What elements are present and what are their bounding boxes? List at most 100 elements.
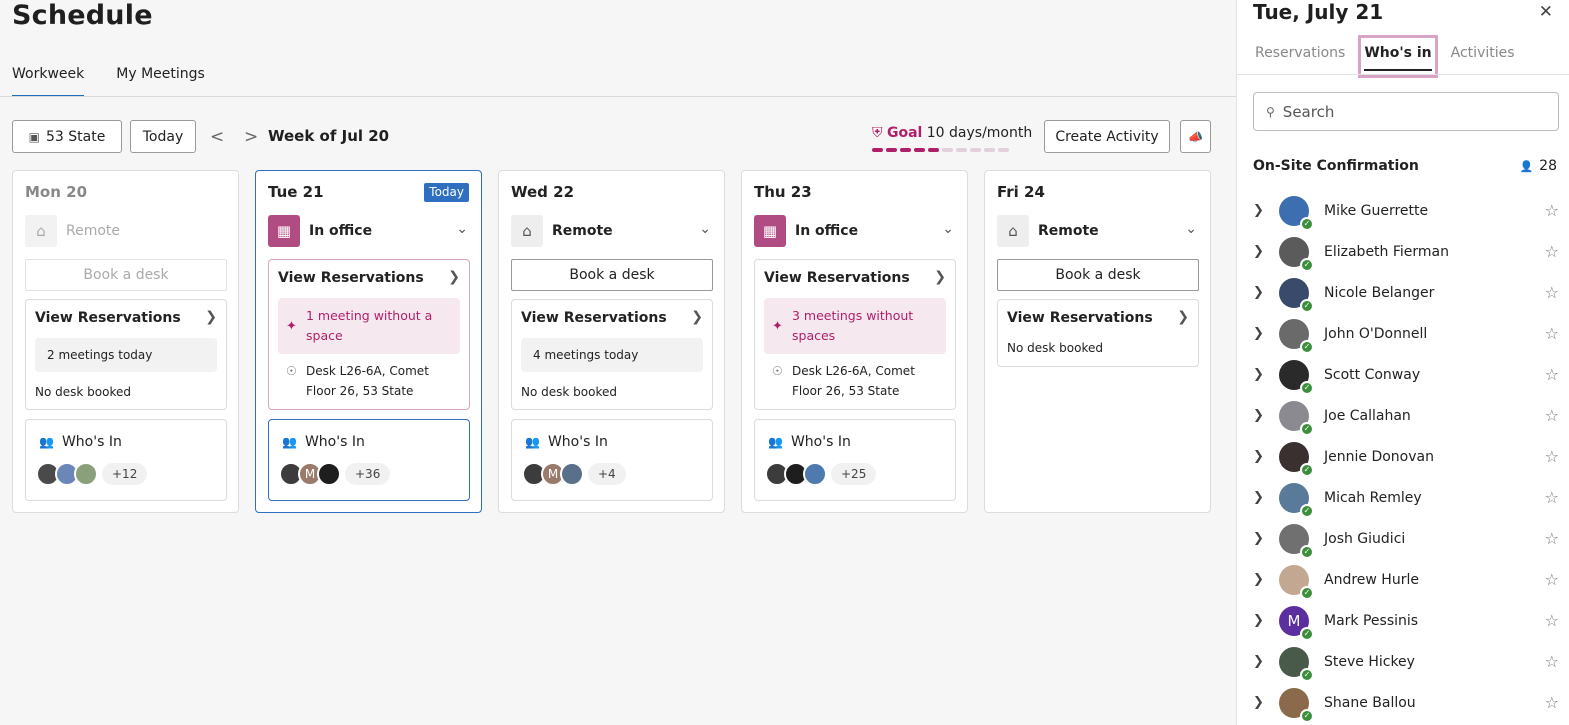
star-icon[interactable]: ☆	[1545, 406, 1559, 425]
chevron-right-icon[interactable]: ❯	[1253, 408, 1275, 423]
search-input[interactable]	[1282, 102, 1543, 121]
day-title: Mon 20	[25, 183, 88, 201]
day-column-mon: Mon 20 ⌂ Remote Book a desk View Reserva…	[12, 170, 239, 513]
avatar: ✓	[1279, 523, 1314, 559]
book-desk-button[interactable]: Book a desk	[511, 259, 713, 291]
star-icon[interactable]: ☆	[1545, 283, 1559, 302]
star-icon[interactable]: ☆	[1545, 324, 1559, 343]
person-row[interactable]: ❯ ✓ Mike Guerrette ☆	[1253, 190, 1559, 231]
avatar-initial: M	[304, 467, 316, 481]
goal-progress-dot	[928, 148, 939, 152]
person-row[interactable]: ❯ ✓ Micah Remley ☆	[1253, 477, 1559, 518]
tab-activities[interactable]: Activities	[1449, 38, 1517, 75]
tab-workweek[interactable]: Workweek	[12, 60, 85, 97]
star-icon[interactable]: ☆	[1545, 365, 1559, 384]
chevron-right-icon[interactable]: ❯	[1253, 613, 1275, 628]
announcement-button[interactable]: 📣	[1180, 120, 1211, 153]
tab-my-meetings[interactable]: My Meetings	[116, 60, 205, 97]
avatar: ✓	[1279, 277, 1314, 313]
status-selector[interactable]: ▦ In office ⌄	[268, 214, 468, 247]
star-icon[interactable]: ☆	[1545, 693, 1559, 712]
whos-in-label: Who's In	[304, 434, 365, 450]
whos-in-card[interactable]: 👥 Who's In +12	[25, 419, 227, 501]
status-selector[interactable]: ⌂ Remote ⌄	[511, 214, 711, 247]
chevron-right-icon[interactable]: ❯	[1253, 203, 1275, 218]
day-column-tue: Tue 21 Today ▦ In office ⌄ View Reservat…	[255, 170, 482, 513]
status-label: In office	[309, 222, 373, 239]
goal-progress-dot	[998, 148, 1009, 152]
star-icon[interactable]: ☆	[1545, 529, 1559, 548]
avatar: ✓	[1279, 318, 1314, 354]
star-icon[interactable]: ☆	[1545, 611, 1559, 630]
chevron-right-icon[interactable]: ❯	[1253, 572, 1275, 587]
meeting-warning[interactable]: ✦ 3 meetings without spaces	[764, 298, 946, 354]
goal-progress-dot	[984, 148, 995, 152]
reservations-card[interactable]: View Reservations ❯ ✦ 1 meeting without …	[268, 259, 470, 410]
today-button[interactable]: Today	[130, 120, 196, 153]
status-selector[interactable]: ⌂ Remote ⌄	[997, 214, 1197, 247]
person-row[interactable]: ❯ ✓ Elizabeth Fierman ☆	[1253, 231, 1559, 272]
check-icon: ✓	[1300, 216, 1314, 231]
star-icon[interactable]: ☆	[1545, 242, 1559, 261]
chevron-down-icon: ⌄	[699, 221, 711, 237]
check-icon: ✓	[1300, 585, 1314, 600]
whos-in-card[interactable]: 👥 Who's In +25	[754, 419, 956, 501]
reservations-card[interactable]: View Reservations ❯ No desk booked	[997, 299, 1199, 367]
avatar	[74, 462, 98, 486]
star-icon[interactable]: ☆	[1545, 488, 1559, 507]
reservations-card[interactable]: View Reservations ❯ 2 meetings today No …	[25, 299, 227, 410]
toolbar: ▣ 53 State Today < > Week of Jul 20 ⛨ Go…	[12, 120, 1212, 154]
person-row[interactable]: ❯ ✓ Shane Ballou ☆	[1253, 682, 1559, 723]
whos-in-card[interactable]: 👥 Who's In M +36	[268, 419, 470, 501]
home-icon: ⌂	[511, 214, 543, 247]
meeting-warning[interactable]: ✦ 1 meeting without a space	[278, 298, 460, 354]
avatar-group: +12	[36, 462, 148, 486]
chevron-right-icon[interactable]: ❯	[1253, 531, 1275, 546]
book-desk-button[interactable]: Book a desk	[997, 259, 1199, 291]
prev-week-icon[interactable]: <	[210, 127, 224, 147]
star-icon[interactable]: ☆	[1545, 652, 1559, 671]
chevron-right-icon[interactable]: ❯	[1253, 326, 1275, 341]
building-icon: ▣	[28, 129, 40, 144]
status-selector: ⌂ Remote	[25, 214, 225, 247]
view-reservations-label: View Reservations	[1007, 310, 1153, 326]
reservations-card[interactable]: View Reservations ❯ 4 meetings today No …	[511, 299, 713, 410]
tab-whos-in[interactable]: Who's in	[1358, 35, 1438, 78]
person-row[interactable]: ❯ M ✓ Mark Pessinis ☆	[1253, 600, 1559, 641]
day-column-fri: Fri 24 ⌂ Remote ⌄ Book a desk View Reser…	[984, 170, 1211, 513]
chevron-right-icon[interactable]: ❯	[1253, 449, 1275, 464]
star-icon[interactable]: ☆	[1545, 570, 1559, 589]
location-button[interactable]: ▣ 53 State	[12, 120, 122, 153]
whos-in-card[interactable]: 👥 Who's In M +4	[511, 419, 713, 501]
close-icon[interactable]: ✕	[1539, 2, 1553, 22]
person-name: Scott Conway	[1324, 366, 1421, 383]
create-activity-button[interactable]: Create Activity	[1044, 120, 1170, 153]
person-row[interactable]: ❯ ✓ John O'Donnell ☆	[1253, 313, 1559, 354]
chevron-right-icon[interactable]: ❯	[1253, 695, 1275, 710]
person-row[interactable]: ❯ ✓ Jennie Donovan ☆	[1253, 436, 1559, 477]
person-row[interactable]: ❯ ✓ Josh Giudici ☆	[1253, 518, 1559, 559]
person-row[interactable]: ❯ ✓ Nicole Belanger ☆	[1253, 272, 1559, 313]
desk-name: Desk L26-6A, Comet	[306, 364, 429, 378]
person-row[interactable]: ❯ ✓ Steve Hickey ☆	[1253, 641, 1559, 682]
view-reservations-label: View Reservations	[764, 270, 910, 286]
status-label: In office	[795, 222, 859, 239]
chevron-right-icon[interactable]: ❯	[1253, 244, 1275, 259]
status-selector[interactable]: ▦ In office ⌄	[754, 214, 954, 247]
person-row[interactable]: ❯ ✓ Andrew Hurle ☆	[1253, 559, 1559, 600]
person-row[interactable]: ❯ ✓ Scott Conway ☆	[1253, 354, 1559, 395]
avatar: ✓	[1279, 359, 1314, 395]
chevron-right-icon: ❯	[1177, 309, 1189, 325]
tab-reservations[interactable]: Reservations	[1253, 38, 1347, 75]
chevron-right-icon[interactable]: ❯	[1253, 367, 1275, 382]
chevron-right-icon[interactable]: ❯	[1253, 654, 1275, 669]
star-icon[interactable]: ☆	[1545, 201, 1559, 220]
person-row[interactable]: ❯ ✓ Joe Callahan ☆	[1253, 395, 1559, 436]
chevron-right-icon[interactable]: ❯	[1253, 490, 1275, 505]
onsite-count: 👤 28	[1519, 158, 1557, 174]
next-week-icon[interactable]: >	[244, 127, 258, 147]
home-icon: ⌂	[997, 214, 1029, 247]
reservations-card[interactable]: View Reservations ❯ ✦ 3 meetings without…	[754, 259, 956, 410]
chevron-right-icon[interactable]: ❯	[1253, 285, 1275, 300]
star-icon[interactable]: ☆	[1545, 447, 1559, 466]
